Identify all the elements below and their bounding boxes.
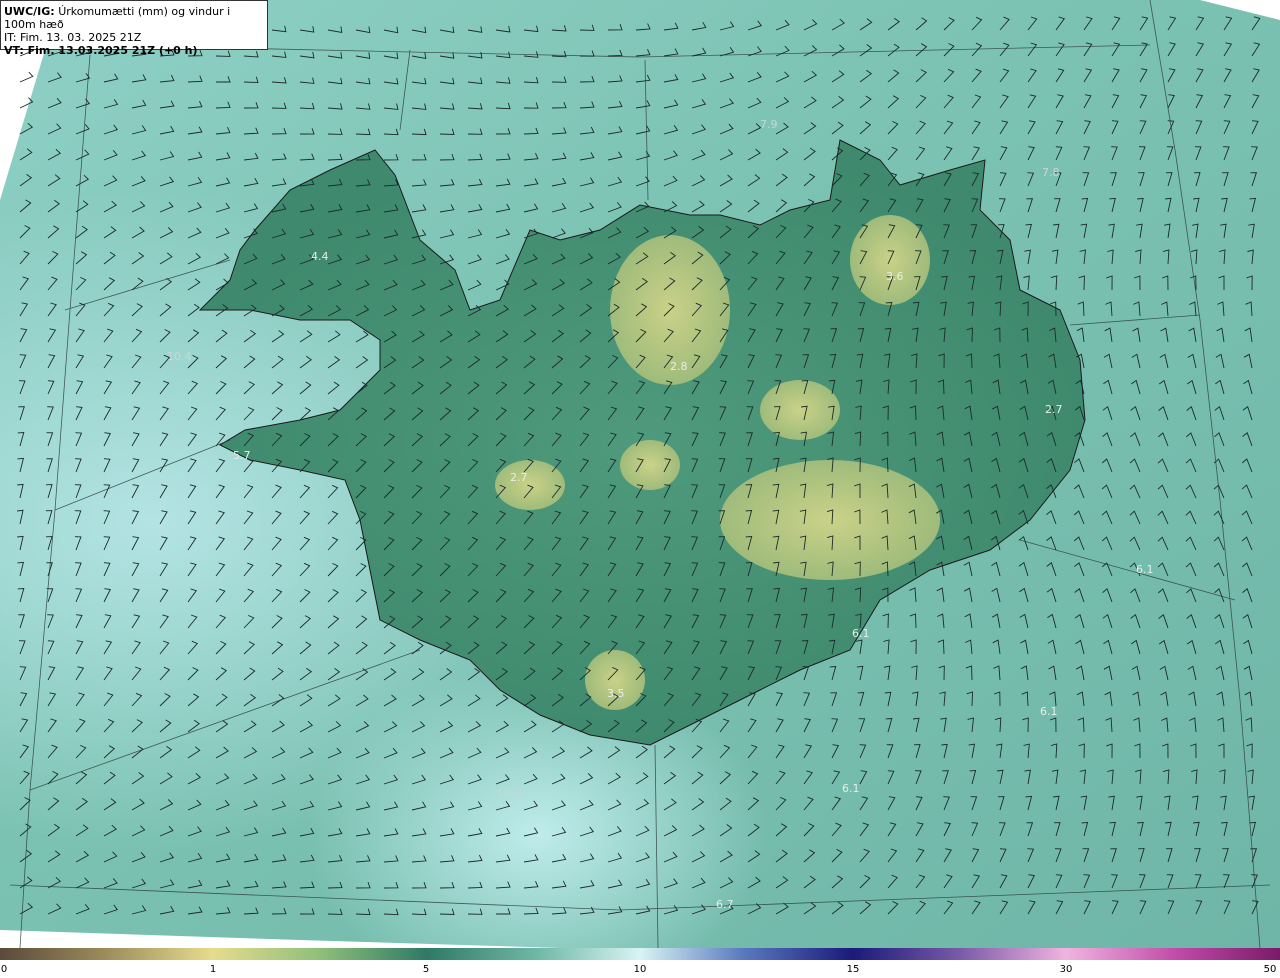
value-label: 10.6 — [497, 788, 522, 801]
value-label: 6.1 — [1040, 705, 1058, 718]
colorbar-tick: 50 — [1263, 964, 1277, 975]
value-label: 2.7 — [510, 471, 528, 484]
value-label: 6.1 — [1136, 563, 1154, 576]
value-label: 3.5 — [607, 687, 625, 700]
map-header: UWC/IG: Úrkomumætti (mm) og vindur i 100… — [0, 0, 268, 57]
value-label: 6.7 — [716, 898, 734, 911]
precipitable-water-map: 7.9 7.8 4.4 3.6 10.4 2.8 5.7 2.7 2.7 6.1… — [0, 0, 1280, 948]
value-label: 6.1 — [842, 782, 860, 795]
value-label: 2.8 — [670, 360, 688, 373]
value-label: 3.6 — [886, 270, 904, 283]
colorbar-tick: 5 — [422, 964, 430, 975]
value-label: 5.7 — [233, 449, 251, 462]
valid-time: VT: Fim. 13.03.2025 21Z (+0 h) — [4, 44, 198, 57]
value-label: 4.4 — [311, 250, 329, 263]
value-label: 10.4 — [167, 350, 192, 363]
colorbar-tick: 15 — [846, 964, 860, 975]
issue-time: IT: Fim. 13. 03. 2025 21Z — [4, 31, 142, 44]
colorbar-ticks: 0 1 5 10 15 30 50 — [0, 960, 1280, 978]
value-label: 7.9 — [760, 118, 778, 131]
colorbar — [0, 948, 1280, 960]
colorbar-tick: 1 — [209, 964, 217, 975]
colorbar-tick: 0 — [0, 964, 8, 975]
colorbar-tick: 10 — [633, 964, 647, 975]
value-label: 7.8 — [1042, 166, 1060, 179]
value-label: 6.1 — [852, 627, 870, 640]
colorbar-tick: 30 — [1059, 964, 1073, 975]
product-code: UWC/IG: — [4, 5, 55, 18]
value-label: 2.7 — [1045, 403, 1063, 416]
